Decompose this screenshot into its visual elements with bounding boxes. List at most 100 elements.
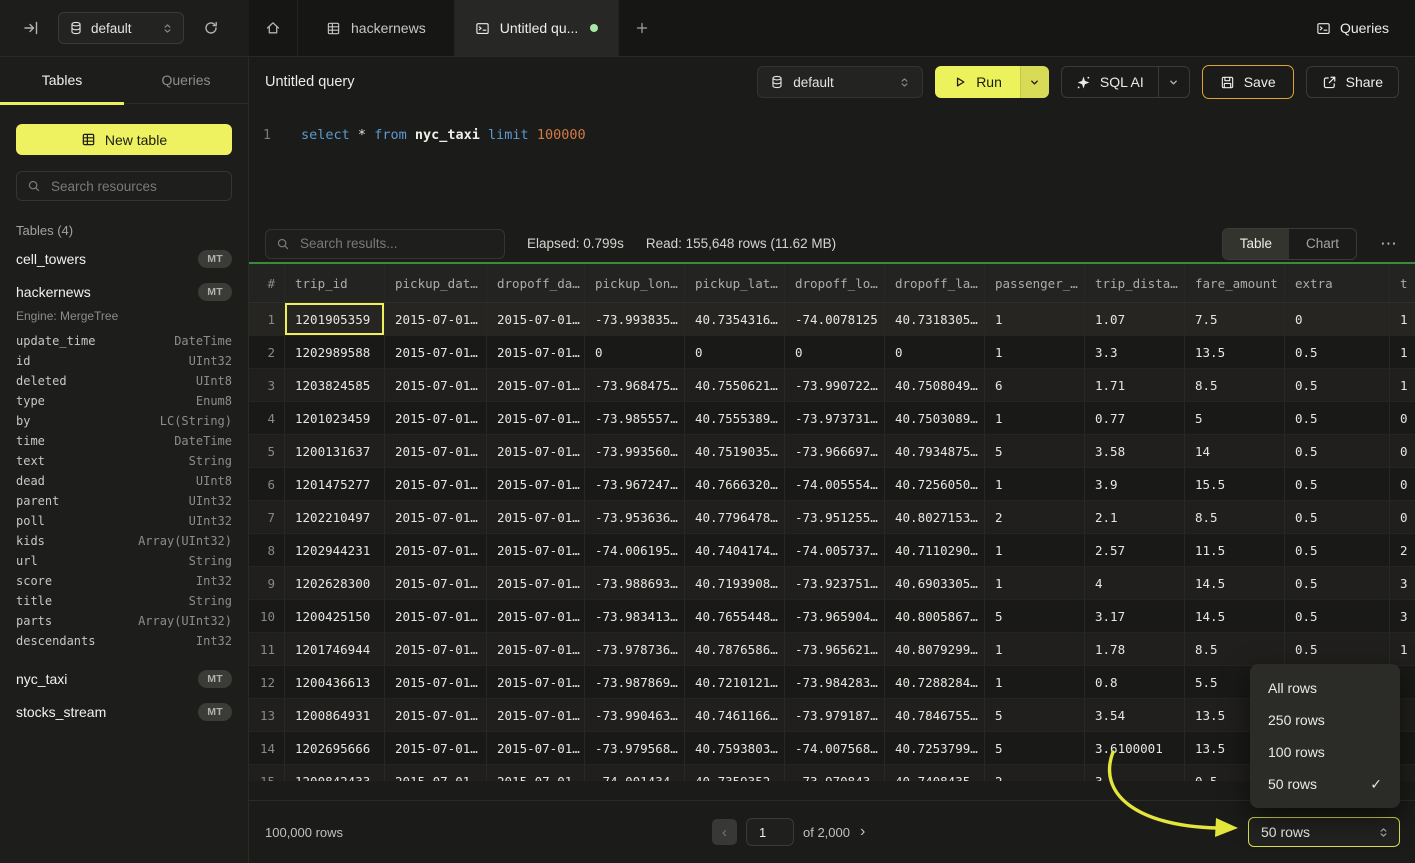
table-cell[interactable]: 40.7666320…: [685, 468, 785, 500]
column-header[interactable]: pickup_lat…: [685, 264, 785, 302]
table-cell[interactable]: 0: [685, 336, 785, 368]
table-cell[interactable]: 2.57: [1085, 534, 1185, 566]
page-size-option[interactable]: 50 rows✓: [1250, 768, 1400, 800]
table-cell[interactable]: 2: [985, 501, 1085, 533]
run-options-button[interactable]: [1020, 66, 1049, 98]
more-options-button[interactable]: ⋯: [1379, 234, 1399, 254]
table-cell[interactable]: 40.7876586…: [685, 633, 785, 665]
table-cell[interactable]: 40.6903305…: [885, 567, 985, 599]
table-cell[interactable]: 1200131637: [285, 435, 385, 467]
table-cell[interactable]: 1: [1390, 303, 1415, 335]
table-cell[interactable]: 11.5: [1185, 534, 1285, 566]
table-cell[interactable]: -73.970843: [785, 765, 885, 781]
column-header[interactable]: t: [1390, 264, 1415, 302]
table-cell[interactable]: 2015-07-01…: [385, 666, 487, 698]
table-cell[interactable]: -73.965621…: [785, 633, 885, 665]
table-cell[interactable]: -73.951255…: [785, 501, 885, 533]
page-size-option[interactable]: 250 rows: [1250, 704, 1400, 736]
table-cell[interactable]: 3.58: [1085, 435, 1185, 467]
prev-page-button[interactable]: ‹: [712, 819, 737, 845]
table-cell[interactable]: -73.988693…: [585, 567, 685, 599]
table-cell[interactable]: 1: [1390, 369, 1415, 401]
query-database-selector[interactable]: default: [757, 66, 923, 98]
table-cell[interactable]: 1202944231: [285, 534, 385, 566]
table-cell[interactable]: 2015-07-01…: [487, 468, 585, 500]
sidebar-tab-queries[interactable]: Queries: [124, 57, 248, 103]
table-cell[interactable]: -73.965904…: [785, 600, 885, 632]
sql-ai-options-button[interactable]: [1158, 67, 1189, 97]
table-cell[interactable]: 1200436613: [285, 666, 385, 698]
table-cell[interactable]: 13.5: [1185, 336, 1285, 368]
table-cell[interactable]: 1200864931: [285, 699, 385, 731]
table-cell[interactable]: 40.7210121…: [685, 666, 785, 698]
table-cell[interactable]: -73.979187…: [785, 699, 885, 731]
search-resources-input[interactable]: [49, 178, 221, 195]
table-cell[interactable]: 4: [1085, 567, 1185, 599]
table-cell[interactable]: -73.953636…: [585, 501, 685, 533]
table-cell[interactable]: 0.5: [1285, 534, 1390, 566]
table-cell[interactable]: 1: [985, 534, 1085, 566]
share-button[interactable]: Share: [1306, 66, 1399, 98]
page-size-option[interactable]: 100 rows: [1250, 736, 1400, 768]
sql-editor[interactable]: 1 select * from nyc_taxi limit 100000: [249, 107, 1415, 225]
table-cell[interactable]: 1: [985, 402, 1085, 434]
column-header[interactable]: dropoff_lo…: [785, 264, 885, 302]
table-cell[interactable]: 40.7461166…: [685, 699, 785, 731]
sidebar-item-nyc-taxi[interactable]: nyc_taxi MT: [0, 667, 248, 691]
table-cell[interactable]: 1200425150: [285, 600, 385, 632]
row-number[interactable]: 4: [249, 402, 285, 434]
table-cell[interactable]: -73.978736…: [585, 633, 685, 665]
row-number-header[interactable]: #: [249, 264, 285, 302]
column-header[interactable]: dropoff_da…: [487, 264, 585, 302]
table-cell[interactable]: -73.990463…: [585, 699, 685, 731]
table-cell[interactable]: 5: [985, 600, 1085, 632]
table-cell[interactable]: 2015-07-01…: [385, 336, 487, 368]
view-toggle-table[interactable]: Table: [1223, 229, 1289, 259]
table-cell[interactable]: 40.7796478…: [685, 501, 785, 533]
table-cell[interactable]: 0: [1285, 303, 1390, 335]
table-cell[interactable]: -73.968475…: [585, 369, 685, 401]
table-cell[interactable]: 40.7193908…: [685, 567, 785, 599]
table-cell[interactable]: 2015-07-01…: [487, 732, 585, 764]
table-cell[interactable]: 2015-07-01: [385, 765, 487, 781]
column-header[interactable]: trip_id: [285, 264, 385, 302]
row-number[interactable]: 2: [249, 336, 285, 368]
table-cell[interactable]: 0.5: [1285, 402, 1390, 434]
table-cell[interactable]: -73.993560…: [585, 435, 685, 467]
row-number[interactable]: 11: [249, 633, 285, 665]
table-cell[interactable]: 40.8005867…: [885, 600, 985, 632]
refresh-button[interactable]: [198, 15, 224, 41]
save-button[interactable]: Save: [1202, 65, 1294, 99]
table-cell[interactable]: 2015-07-01…: [385, 501, 487, 533]
table-cell[interactable]: 2015-07-01…: [385, 303, 487, 335]
table-cell[interactable]: 1: [985, 303, 1085, 335]
table-cell[interactable]: 0.5: [1285, 633, 1390, 665]
table-cell[interactable]: 2015-07-01…: [385, 567, 487, 599]
column-header[interactable]: dropoff_la…: [885, 264, 985, 302]
table-cell[interactable]: 1201746944: [285, 633, 385, 665]
table-cell[interactable]: 40.7508049…: [885, 369, 985, 401]
topbar-database-selector[interactable]: default: [58, 12, 184, 44]
table-cell[interactable]: 40.7318305…: [885, 303, 985, 335]
table-cell[interactable]: 40.7354316…: [685, 303, 785, 335]
table-cell[interactable]: 2015-07-01…: [385, 369, 487, 401]
table-cell[interactable]: 0.5: [1285, 435, 1390, 467]
table-cell[interactable]: -74.005737…: [785, 534, 885, 566]
table-cell[interactable]: 2015-07-01…: [487, 633, 585, 665]
table-cell[interactable]: 40.7404174…: [685, 534, 785, 566]
table-cell[interactable]: 2015-07-01…: [487, 369, 585, 401]
table-cell[interactable]: 3.54: [1085, 699, 1185, 731]
table-cell[interactable]: 40.7256050…: [885, 468, 985, 500]
table-cell[interactable]: 2015-07-01…: [385, 633, 487, 665]
column-header[interactable]: pickup_dat…: [385, 264, 487, 302]
table-cell[interactable]: 1: [985, 666, 1085, 698]
table-cell[interactable]: 1203824585: [285, 369, 385, 401]
table-cell[interactable]: 0: [1390, 468, 1415, 500]
table-cell[interactable]: -73.983413…: [585, 600, 685, 632]
table-cell[interactable]: 40.7519035…: [685, 435, 785, 467]
row-number[interactable]: 5: [249, 435, 285, 467]
table-cell[interactable]: 1.78: [1085, 633, 1185, 665]
table-cell[interactable]: -73.985557…: [585, 402, 685, 434]
table-cell[interactable]: 2: [985, 765, 1085, 781]
table-cell[interactable]: 2015-07-01…: [385, 732, 487, 764]
